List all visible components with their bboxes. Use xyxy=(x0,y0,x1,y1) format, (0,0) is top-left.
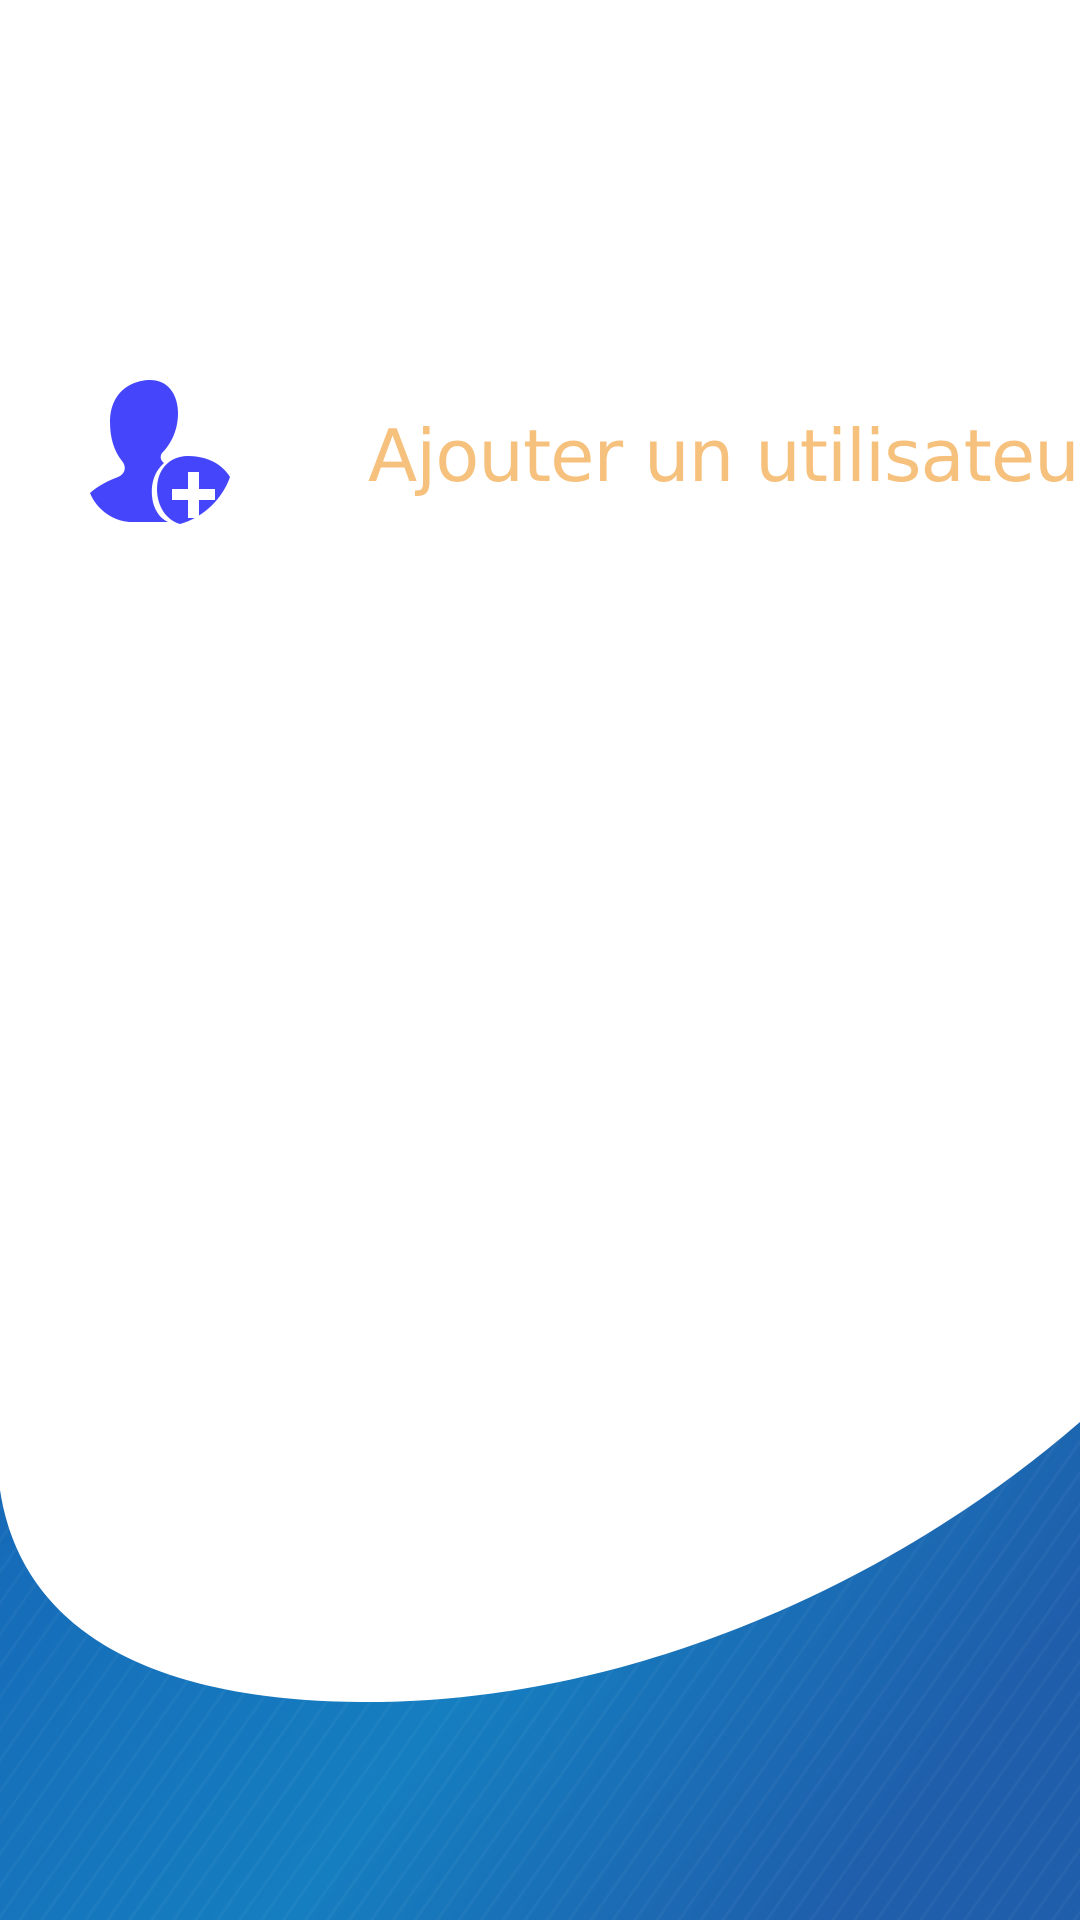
page-header: Ajouter un utilisateur xyxy=(90,370,1080,530)
page-title: Ajouter un utilisateur xyxy=(368,414,1080,498)
plus-horizontal xyxy=(172,489,215,500)
add-user-screen: Ajouter un utilisateur xyxy=(0,0,1080,1920)
add-user-icon xyxy=(90,379,230,524)
blue-wave-background xyxy=(0,1422,1080,1920)
